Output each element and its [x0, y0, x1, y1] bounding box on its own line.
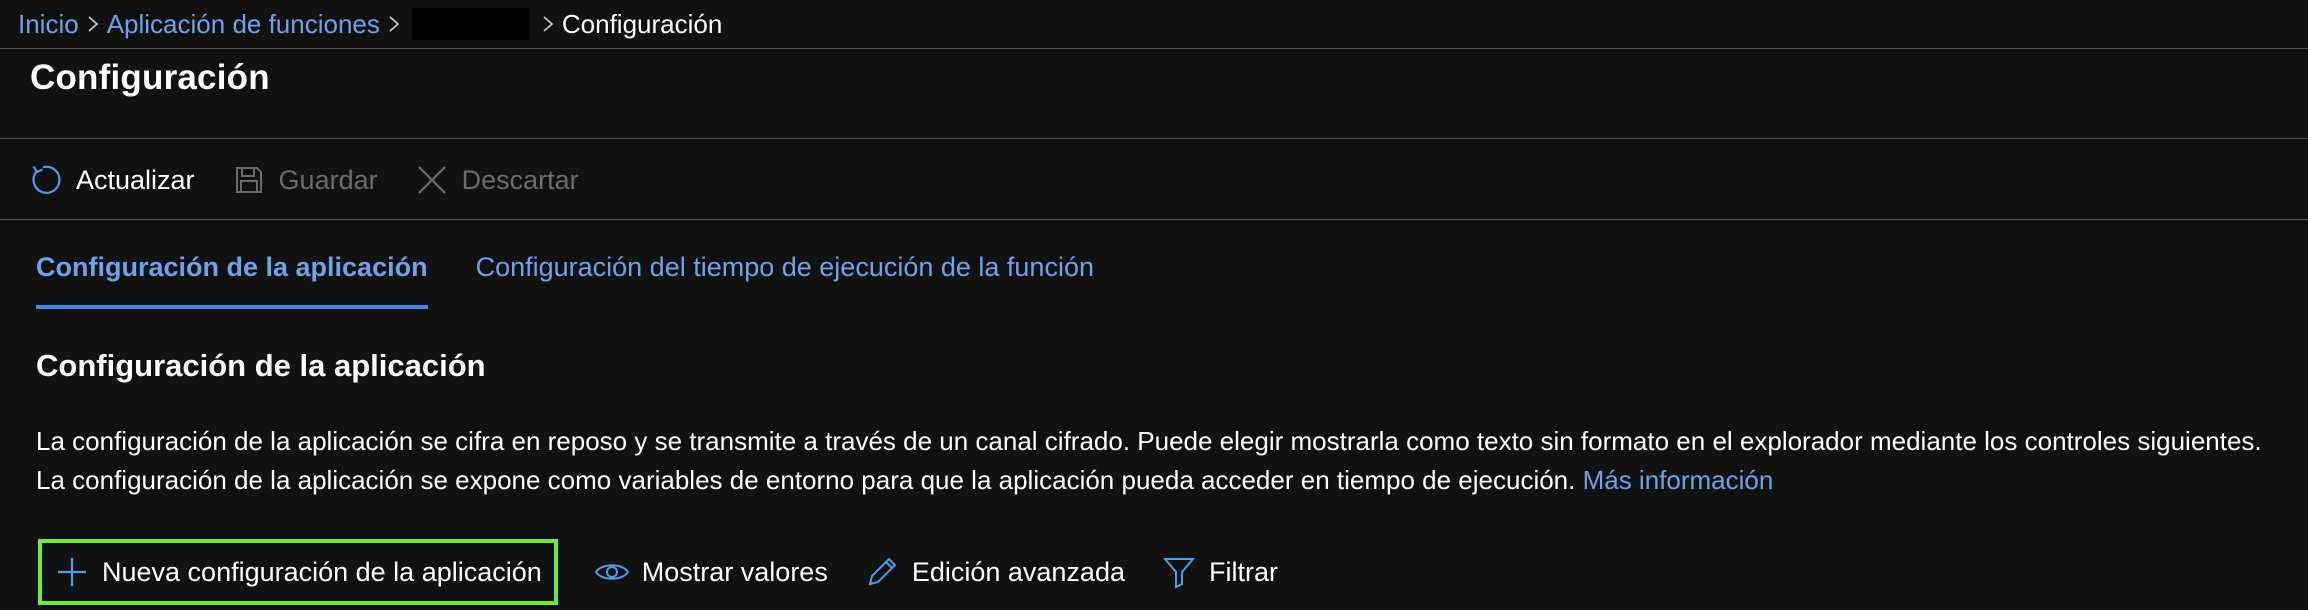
save-button[interactable]: Guardar — [231, 162, 378, 198]
discard-label: Descartar — [461, 164, 579, 195]
filter-label: Filtrar — [1208, 556, 1278, 587]
settings-action-bar: Nueva configuración de la aplicación Mos… — [38, 539, 1314, 605]
tab-application-settings[interactable]: Configuración de la aplicación — [36, 252, 428, 309]
configuration-page: Inicio Aplicación de funciones Configura… — [0, 0, 2308, 610]
breadcrumb-home-link[interactable]: Inicio — [18, 9, 79, 40]
breadcrumb-function-app-link[interactable]: Aplicación de funciones — [107, 9, 380, 40]
pencil-icon — [868, 557, 897, 586]
refresh-label: Actualizar — [76, 164, 195, 195]
save-icon — [235, 167, 262, 193]
plus-icon — [58, 558, 86, 586]
learn-more-link[interactable]: Más información — [1583, 465, 1774, 495]
divider — [0, 48, 2308, 49]
show-values-label: Mostrar valores — [641, 556, 828, 587]
new-application-setting-button[interactable]: Nueva configuración de la aplicación — [38, 539, 558, 605]
page-title: Configuración — [30, 58, 270, 97]
new-application-setting-label: Nueva configuración de la aplicación — [102, 556, 542, 587]
section-description: La configuración de la aplicación se cif… — [36, 422, 2286, 500]
chevron-right-icon — [79, 4, 107, 44]
filter-icon — [1162, 558, 1196, 589]
filter-button[interactable]: Filtrar — [1161, 554, 1278, 590]
tab-function-runtime-settings[interactable]: Configuración del tiempo de ejecución de… — [476, 252, 1094, 309]
save-label: Guardar — [278, 164, 378, 195]
breadcrumb-redacted-item[interactable] — [411, 8, 530, 40]
eye-icon — [594, 564, 629, 580]
refresh-button[interactable]: Actualizar — [28, 162, 195, 198]
chevron-right-icon — [380, 4, 408, 44]
discard-button[interactable]: Descartar — [414, 162, 579, 198]
divider — [0, 138, 2308, 139]
breadcrumb-current: Configuración — [561, 8, 723, 39]
chevron-right-icon — [534, 4, 562, 44]
refresh-icon — [32, 165, 61, 194]
breadcrumb: Inicio Aplicación de funciones Configura… — [18, 4, 722, 44]
settings-tabs: Configuración de la aplicación Configura… — [36, 252, 1094, 309]
command-toolbar: Actualizar Guardar Descartar — [28, 158, 615, 202]
advanced-edit-button[interactable]: Edición avanzada — [864, 554, 1125, 590]
close-icon — [417, 166, 446, 194]
show-values-button[interactable]: Mostrar valores — [594, 554, 828, 590]
section-heading: Configuración de la aplicación — [36, 348, 486, 383]
description-text: La configuración de la aplicación se cif… — [36, 426, 2262, 495]
advanced-edit-label: Edición avanzada — [911, 556, 1125, 587]
divider — [0, 219, 2308, 220]
